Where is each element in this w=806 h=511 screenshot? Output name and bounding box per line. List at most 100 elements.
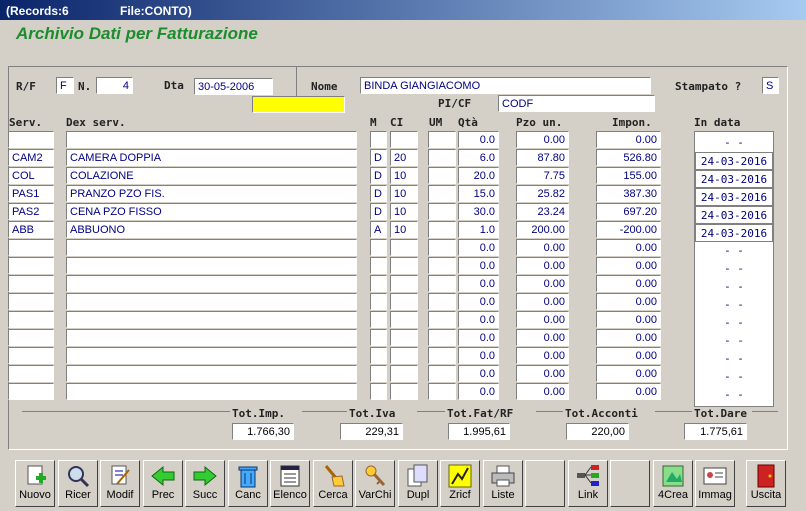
cell-pzo[interactable]: 87.80 <box>516 149 569 166</box>
cell-dex[interactable] <box>66 383 357 400</box>
cell-m[interactable] <box>370 275 387 292</box>
cell-impon[interactable]: 387.30 <box>596 185 661 202</box>
liste-button[interactable]: Liste <box>483 460 523 507</box>
cell-ci[interactable] <box>390 257 418 274</box>
cell-ci[interactable] <box>390 239 418 256</box>
cell-um[interactable] <box>428 365 456 382</box>
picf-field[interactable]: CODF <box>498 95 655 112</box>
cell-serv[interactable] <box>8 347 54 364</box>
cell-impon[interactable]: 0.00 <box>596 257 661 274</box>
cell-qta[interactable]: 0.0 <box>458 239 499 256</box>
cell-m[interactable] <box>370 239 387 256</box>
immag-button[interactable]: Immag <box>695 460 735 507</box>
cell-qta[interactable]: 0.0 <box>458 275 499 292</box>
cell-dex[interactable] <box>66 329 357 346</box>
elenco-button[interactable]: Elenco <box>270 460 310 507</box>
cell-um[interactable] <box>428 347 456 364</box>
cell-ci[interactable]: 10 <box>390 185 418 202</box>
cell-qta[interactable]: 1.0 <box>458 221 499 238</box>
cell-m[interactable]: D <box>370 185 387 202</box>
cell-qta[interactable]: 0.0 <box>458 131 499 148</box>
cell-qta[interactable]: 0.0 <box>458 347 499 364</box>
cell-um[interactable] <box>428 383 456 400</box>
cell-dex[interactable] <box>66 311 357 328</box>
cell-serv[interactable]: COL <box>8 167 54 184</box>
cell-pzo[interactable]: 0.00 <box>516 131 569 148</box>
cell-qta[interactable]: 6.0 <box>458 149 499 166</box>
cell-serv[interactable] <box>8 275 54 292</box>
cell-serv[interactable] <box>8 383 54 400</box>
cell-um[interactable] <box>428 257 456 274</box>
cell-ci[interactable] <box>390 311 418 328</box>
cell-dex[interactable] <box>66 131 357 148</box>
cell-pzo[interactable]: 0.00 <box>516 257 569 274</box>
link-button[interactable]: Link <box>568 460 608 507</box>
cell-pzo[interactable]: 0.00 <box>516 383 569 400</box>
cell-m[interactable] <box>370 347 387 364</box>
uscita-button[interactable]: Uscita <box>746 460 786 507</box>
cell-impon[interactable]: 0.00 <box>596 275 661 292</box>
cell-ci[interactable]: 10 <box>390 203 418 220</box>
cell-impon[interactable]: 0.00 <box>596 365 661 382</box>
cell-dex[interactable] <box>66 239 357 256</box>
cell-m[interactable] <box>370 311 387 328</box>
blank-button-1[interactable] <box>525 460 565 507</box>
cell-m[interactable] <box>370 257 387 274</box>
cell-impon[interactable]: 0.00 <box>596 239 661 256</box>
cell-um[interactable] <box>428 131 456 148</box>
cell-impon[interactable]: 0.00 <box>596 131 661 148</box>
cell-ci[interactable] <box>390 365 418 382</box>
cell-serv[interactable]: PAS1 <box>8 185 54 202</box>
ricer-button[interactable]: Ricer <box>58 460 98 507</box>
varchi-button[interactable]: VarChi <box>355 460 395 507</box>
cell-um[interactable] <box>428 221 456 238</box>
cell-impon[interactable]: -200.00 <box>596 221 661 238</box>
cell-pzo[interactable]: 0.00 <box>516 347 569 364</box>
cell-qta[interactable]: 0.0 <box>458 329 499 346</box>
cell-impon[interactable]: 155.00 <box>596 167 661 184</box>
cell-m[interactable] <box>370 365 387 382</box>
cell-pzo[interactable]: 0.00 <box>516 293 569 310</box>
cell-qta[interactable]: 0.0 <box>458 383 499 400</box>
succ-button[interactable]: Succ <box>185 460 225 507</box>
4crea-button[interactable]: 4Crea <box>653 460 693 507</box>
stampato-field[interactable]: S <box>762 77 779 94</box>
cell-impon[interactable]: 526.80 <box>596 149 661 166</box>
cell-um[interactable] <box>428 311 456 328</box>
cell-pzo[interactable]: 23.24 <box>516 203 569 220</box>
cell-impon[interactable]: 0.00 <box>596 293 661 310</box>
nome-field[interactable]: BINDA GIANGIACOMO <box>360 77 651 94</box>
cell-dex[interactable]: CENA PZO FISSO <box>66 203 357 220</box>
cell-impon[interactable]: 697.20 <box>596 203 661 220</box>
cell-pzo[interactable]: 25.82 <box>516 185 569 202</box>
highlight-field[interactable] <box>252 96 345 113</box>
cell-ci[interactable] <box>390 383 418 400</box>
rf-field[interactable]: F <box>56 77 74 94</box>
cell-pzo[interactable]: 0.00 <box>516 329 569 346</box>
cell-serv[interactable] <box>8 131 54 148</box>
cell-impon[interactable]: 0.00 <box>596 383 661 400</box>
cell-serv[interactable]: ABB <box>8 221 54 238</box>
cell-m[interactable]: A <box>370 221 387 238</box>
cell-dex[interactable] <box>66 275 357 292</box>
cell-dex[interactable] <box>66 293 357 310</box>
canc-button[interactable]: Canc <box>228 460 268 507</box>
cell-ci[interactable] <box>390 131 418 148</box>
n-field[interactable]: 4 <box>96 77 133 94</box>
cell-dex[interactable] <box>66 257 357 274</box>
cell-dex[interactable]: ABBUONO <box>66 221 357 238</box>
dta-field[interactable]: 30-05-2006 <box>194 78 273 95</box>
cell-pzo[interactable]: 0.00 <box>516 311 569 328</box>
cell-pzo[interactable]: 0.00 <box>516 365 569 382</box>
cell-um[interactable] <box>428 185 456 202</box>
cell-m[interactable] <box>370 293 387 310</box>
cell-m[interactable]: D <box>370 203 387 220</box>
cell-impon[interactable]: 0.00 <box>596 347 661 364</box>
cell-pzo[interactable]: 200.00 <box>516 221 569 238</box>
cerca-button[interactable]: Cerca <box>313 460 353 507</box>
cell-ci[interactable]: 10 <box>390 167 418 184</box>
cell-um[interactable] <box>428 239 456 256</box>
cell-qta[interactable]: 20.0 <box>458 167 499 184</box>
cell-um[interactable] <box>428 329 456 346</box>
cell-m[interactable] <box>370 329 387 346</box>
